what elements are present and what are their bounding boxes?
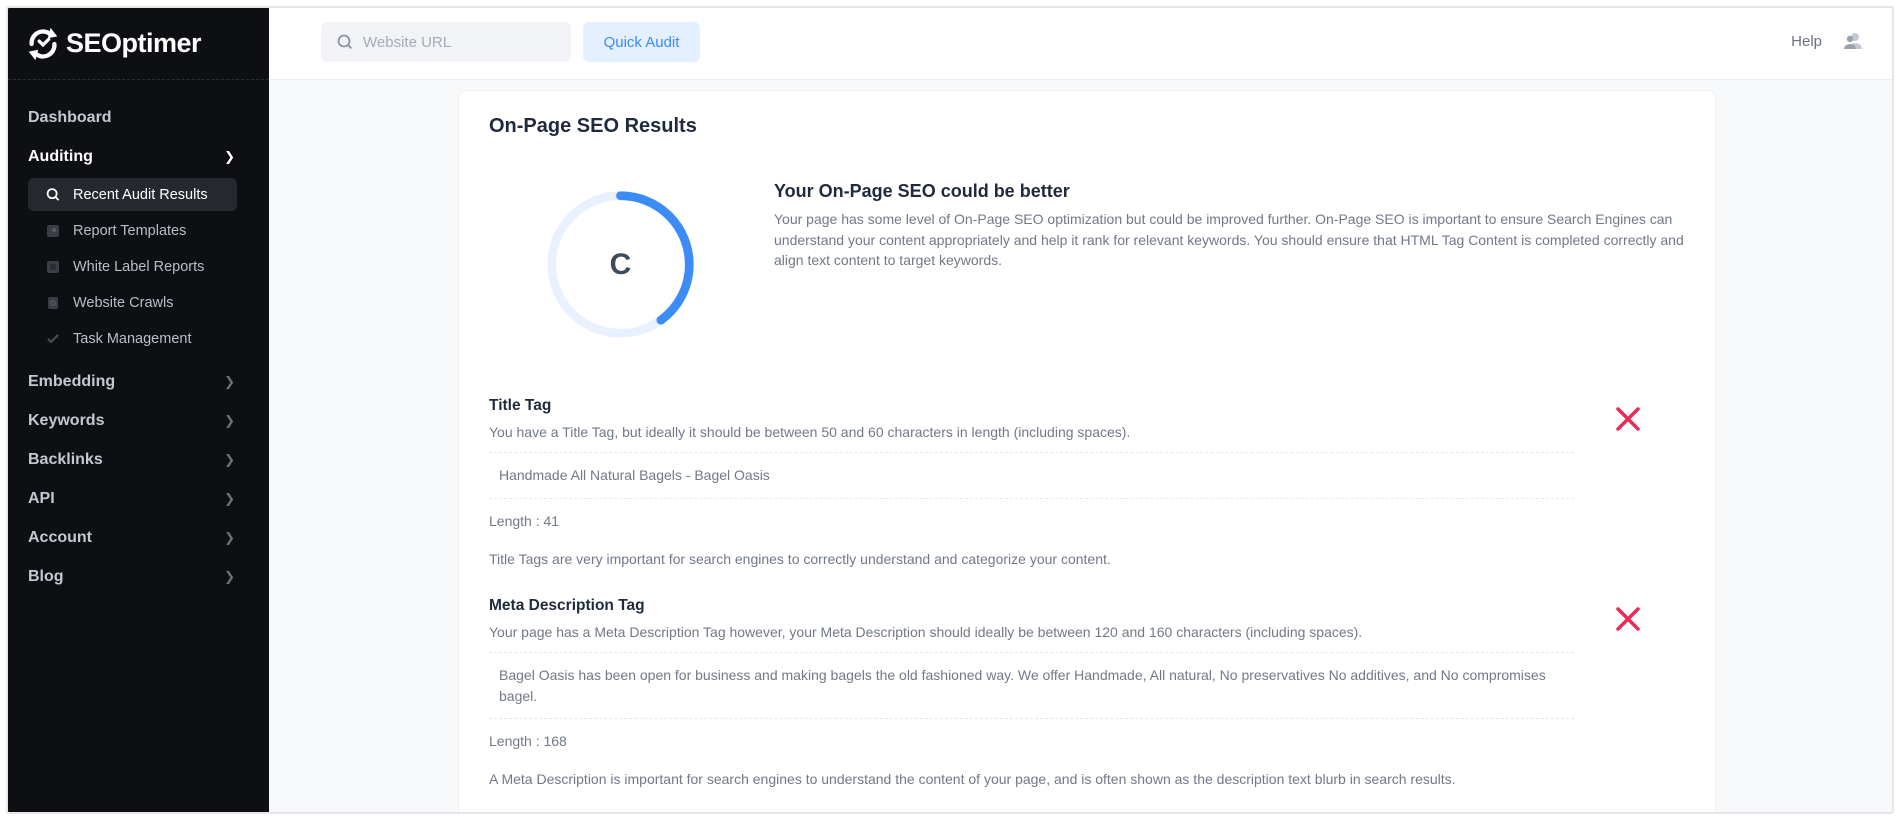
app-window: SEOptimer Dashboard Auditing ❯ Recent Au… <box>6 6 1894 814</box>
sidebar-item-keywords[interactable]: Keywords ❯ <box>8 401 269 440</box>
search-icon <box>337 34 353 50</box>
sidebar-item-dashboard[interactable]: Dashboard <box>8 98 269 137</box>
check-title: Title Tag <box>489 397 552 414</box>
check-description: Your page has a Meta Description Tag how… <box>489 624 1363 640</box>
sidebar-item-api[interactable]: API ❯ <box>8 479 269 518</box>
grade-letter: C <box>609 247 632 281</box>
sidebar-item-auditing[interactable]: Auditing ❯ <box>8 137 269 176</box>
chevron-right-icon: ❯ <box>224 412 235 428</box>
sidebar-item-label: Auditing <box>28 147 93 165</box>
chevron-right-icon: ❯ <box>224 451 235 467</box>
chevron-right-icon: ❯ <box>224 529 235 545</box>
check-description: You have a Title Tag, but ideally it sho… <box>489 424 1131 440</box>
sidebar-item-label: Keywords <box>28 411 105 429</box>
sidebar-item-backlinks[interactable]: Backlinks ❯ <box>8 440 269 479</box>
sidebar-subitem-white-label-reports[interactable]: White Label Reports <box>28 250 237 283</box>
check-value: Handmade All Natural Bagels - Bagel Oasi… <box>489 452 1574 499</box>
check-note: Title Tags are very important for search… <box>489 550 1111 567</box>
top-bar: Quick Audit Help <box>269 8 1892 80</box>
sidebar-subitem-task-management[interactable]: Task Management <box>28 322 237 355</box>
summary-heading: Your On-Page SEO could be better <box>774 181 1070 201</box>
sidebar-subitem-label: Task Management <box>73 330 192 347</box>
card-title: On-Page SEO Results <box>489 115 697 137</box>
sidebar-item-label: Backlinks <box>28 450 103 468</box>
sidebar-item-label: Account <box>28 528 92 546</box>
fail-x-icon <box>1616 607 1640 631</box>
summary-text: Your page has some level of On-Page SEO … <box>774 211 1684 268</box>
sidebar-subitem-label: Recent Audit Results <box>73 186 208 203</box>
sidebar-item-label: Blog <box>28 567 64 585</box>
auditing-submenu: Recent Audit Results Report Templates Wh… <box>8 178 269 362</box>
check-note: A Meta Description is important for sear… <box>489 771 1456 787</box>
sidebar-subitem-label: Website Crawls <box>73 294 174 311</box>
sidebar-subitem-recent-audit-results[interactable]: Recent Audit Results <box>28 178 237 211</box>
check-length: Length : 168 <box>489 733 567 749</box>
quick-audit-button[interactable]: Quick Audit <box>583 22 700 62</box>
search-icon <box>46 188 60 202</box>
check-meta-description: Meta Description Tag Your page has a Met… <box>489 597 1574 787</box>
check-length: Length : 41 <box>489 512 560 529</box>
sidebar-subitem-report-templates[interactable]: Report Templates <box>28 214 237 247</box>
brand-name: SEOptimer <box>66 28 202 58</box>
seoptimer-logo-icon <box>28 27 58 60</box>
sidebar-item-label: Embedding <box>28 372 116 390</box>
on-page-seo-card: On-Page SEO Results C Your On-Page SEO c… <box>458 90 1716 812</box>
sidebar-item-blog[interactable]: Blog ❯ <box>8 557 269 596</box>
template-icon <box>46 224 60 238</box>
website-url-input[interactable] <box>363 33 553 51</box>
check-icon <box>46 332 60 346</box>
user-avatar-icon[interactable] <box>1842 30 1864 52</box>
sidebar-subitem-label: White Label Reports <box>73 258 205 275</box>
crawl-icon <box>46 296 60 310</box>
sidebar-item-embedding[interactable]: Embedding ❯ <box>8 362 269 401</box>
help-link[interactable]: Help <box>1791 33 1822 50</box>
sidebar: SEOptimer Dashboard Auditing ❯ Recent Au… <box>8 8 269 812</box>
check-title-tag: Title Tag You have a Title Tag, but idea… <box>489 397 1574 567</box>
sidebar-item-label: Dashboard <box>28 108 112 126</box>
check-value: Bagel Oasis has been open for business a… <box>489 652 1574 719</box>
sidebar-item-label: API <box>28 489 55 507</box>
sidebar-subitem-label: Report Templates <box>73 222 187 239</box>
sidebar-item-account[interactable]: Account ❯ <box>8 518 269 557</box>
sidebar-nav: Dashboard Auditing ❯ Recent Audit Result… <box>8 80 269 596</box>
chevron-right-icon: ❯ <box>224 490 235 506</box>
chevron-right-icon: ❯ <box>224 568 235 584</box>
check-title: Meta Description Tag <box>489 597 645 614</box>
search-box[interactable] <box>321 22 571 62</box>
fail-x-icon <box>1616 407 1640 431</box>
chevron-right-icon: ❯ <box>224 148 235 164</box>
sidebar-subitem-website-crawls[interactable]: Website Crawls <box>28 286 237 319</box>
brand-logo[interactable]: SEOptimer <box>8 8 269 80</box>
report-icon <box>46 260 60 274</box>
chevron-right-icon: ❯ <box>224 373 235 389</box>
